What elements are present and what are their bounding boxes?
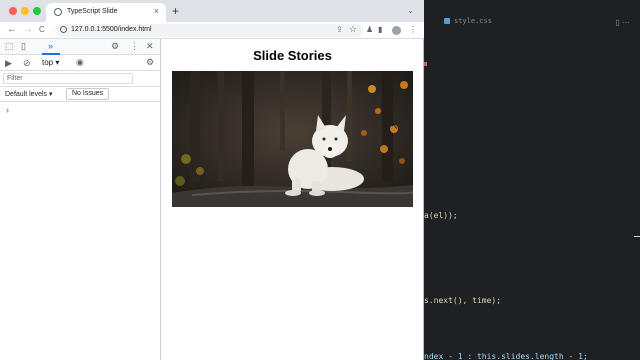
tab-search-icon[interactable]: ⌄ [407,6,414,15]
wolf-photo [172,71,413,207]
levels-row: Default levels ▾ No Issues [0,87,160,102]
tab-title: TypeScript Slide [67,8,118,15]
editor-tab-label: style.css [454,17,492,25]
code-editor: style.css ▯ ⋯ a(el)); s.next(), time); n… [424,0,640,360]
live-expression-eye-icon[interactable]: ◉ [76,57,84,68]
mouse-cursor-icon: ↖ [391,121,399,131]
close-window-button[interactable] [9,7,17,15]
code-line-text: s.next(), time); [424,296,502,305]
devtools-tab-bar: ⬚ ▯ » ⚙ ⋮ ✕ [0,39,160,55]
address-bar-url: 127.0.0.1:5500/index.html [71,26,152,33]
context-selector[interactable]: top ▾ [42,58,59,67]
minimize-window-button[interactable] [21,7,29,15]
site-info-icon[interactable] [60,26,67,33]
device-toolbar-icon[interactable]: ▯ [21,41,26,52]
browser-toolbar: ← → C 127.0.0.1:5500/index.html ⇪ ☆ ♟ ▮ … [0,22,424,39]
code-line: s.next(), time); [424,296,501,305]
code-line: a(el)); [424,211,458,220]
filter-row: Filter [0,71,160,87]
inspect-element-icon[interactable]: ⬚ [5,41,14,52]
editor-tab-style-css[interactable]: style.css [444,17,492,25]
console-settings-gear-icon[interactable]: ⚙ [146,57,154,68]
scroll-indicator [634,236,640,237]
browser-tab[interactable]: TypeScript Slide × [46,3,166,22]
code-line-text: a(el)); [424,211,458,220]
console-prompt[interactable]: › [6,105,9,115]
devtools-menu-icon[interactable]: ⋮ [130,41,139,52]
close-devtools-icon[interactable]: ✕ [146,41,154,52]
devtools-panel: ⬚ ▯ » ⚙ ⋮ ✕ ▶ ⊘ top ▾ ◉ ⚙ Filter Default… [0,39,161,360]
browser-window: TypeScript Slide × + ⌄ ← → C 127.0.0.1:5… [0,0,424,360]
more-tabs-button[interactable]: » [48,41,53,51]
code-line: ndex - 1 : this.slides.length - 1; [424,352,588,360]
bookmark-star-icon[interactable]: ☆ [349,24,357,35]
clear-console-icon[interactable]: ⊘ [23,58,31,69]
console-toolbar: ▶ ⊘ top ▾ ◉ ⚙ [0,55,160,71]
split-editor-icon[interactable]: ▯ ⋯ [615,18,630,27]
editor-tab-bar: style.css ▯ ⋯ [424,14,640,32]
code-line-text: ndex - 1 : this.slides.length - 1; [424,352,588,360]
log-levels-dropdown[interactable]: Default levels ▾ [5,90,52,98]
browser-menu-icon[interactable]: ⋮ [409,25,417,34]
back-button[interactable]: ← [7,24,17,35]
page-title: Slide Stories [253,48,332,63]
tab-close-icon[interactable]: × [154,6,159,16]
maximize-window-button[interactable] [33,7,41,15]
side-panel-icon[interactable]: ▮ [378,25,382,34]
forward-button[interactable]: → [23,24,33,35]
settings-gear-icon[interactable]: ⚙ [111,41,119,52]
editor-change-marker [424,62,427,66]
share-icon[interactable]: ⇪ [336,25,343,34]
page-viewport: Slide Stories [162,39,423,360]
profile-avatar[interactable] [392,26,401,35]
show-sidebar-icon[interactable]: ▶ [5,58,12,69]
address-bar[interactable]: 127.0.0.1:5500/index.html ⇪ ☆ [55,24,363,37]
css-file-icon [444,18,450,24]
console-filter-input[interactable]: Filter [3,73,133,84]
slide-image-wolf[interactable] [172,71,413,207]
globe-icon [54,8,62,16]
reload-button[interactable]: C [39,25,45,34]
issues-button[interactable]: No Issues [66,88,110,100]
extension-icon[interactable]: ♟ [366,25,373,34]
new-tab-button[interactable]: + [172,4,179,18]
browser-titlebar: TypeScript Slide × + ⌄ [0,0,424,22]
